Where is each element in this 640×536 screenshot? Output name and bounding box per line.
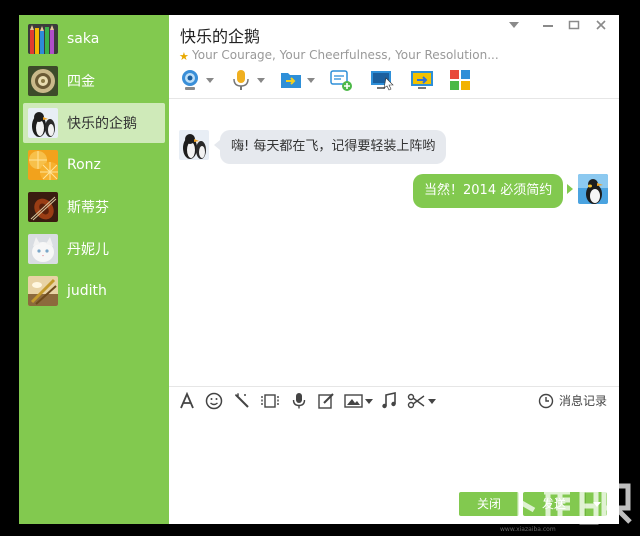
contact-item-ronz[interactable]: Ronz [23, 145, 165, 185]
avatar [28, 276, 58, 306]
history-label: 消息记录 [558, 394, 607, 408]
avatar [28, 150, 58, 180]
contact-item-sijin[interactable]: 四金 [23, 61, 165, 101]
contact-signature: Your Courage, Your Cheerfulness, Your Re… [192, 48, 499, 62]
magic-wand-icon[interactable] [232, 391, 252, 411]
contact-name: 四金 [67, 74, 95, 90]
outgoing-message: 当然！2014 必须简约 [413, 174, 564, 208]
star-icon: ★ [179, 50, 189, 63]
minimize-icon[interactable] [539, 19, 557, 37]
voice-message-icon[interactable] [289, 391, 309, 411]
avatar [28, 234, 58, 264]
contact-item-danielle[interactable]: 丹妮儿 [23, 229, 165, 269]
clock-icon [538, 393, 554, 408]
maximize-icon[interactable] [565, 19, 583, 37]
send-label: 发送 [523, 492, 586, 516]
contact-name: Ronz [67, 157, 101, 173]
contact-sidebar: saka 四金 快乐的企鹅 Ronz 斯蒂芬 丹妮儿 judith [19, 15, 169, 524]
contact-name: judith [67, 283, 107, 299]
voice-call-icon[interactable] [229, 67, 265, 93]
contact-item-stephen[interactable]: 斯蒂芬 [23, 187, 165, 227]
bubble-tail [567, 184, 573, 194]
image-icon[interactable] [343, 391, 373, 411]
scissors-icon[interactable] [406, 391, 436, 411]
avatar [28, 66, 58, 96]
chat-title: 快乐的企鹅 [180, 27, 261, 46]
create-discussion-icon[interactable] [329, 67, 353, 93]
contact-item-saka[interactable]: saka [23, 19, 165, 59]
font-icon[interactable] [177, 391, 197, 411]
contact-name: 丹妮儿 [67, 242, 109, 258]
music-icon[interactable] [379, 391, 399, 411]
send-options-icon[interactable] [586, 492, 607, 516]
contact-name: 快乐的企鹅 [67, 116, 137, 132]
contact-item-happy-penguin[interactable]: 快乐的企鹅 [23, 103, 165, 143]
contact-item-judith[interactable]: judith [23, 271, 165, 311]
avatar [28, 108, 58, 138]
apps-icon[interactable] [449, 67, 471, 93]
avatar [28, 192, 58, 222]
close-button[interactable]: 关闭 [459, 492, 519, 516]
edit-icon[interactable] [316, 391, 336, 411]
chat-window: saka 四金 快乐的企鹅 Ronz 斯蒂芬 丹妮儿 judith 快乐的企鹅 … [19, 15, 619, 524]
message-history-button[interactable]: 消息记录 [538, 392, 607, 409]
screen-share-icon[interactable] [409, 67, 435, 93]
my-avatar [578, 174, 608, 204]
message-input[interactable] [169, 415, 619, 485]
remote-desktop-icon[interactable] [369, 67, 395, 93]
send-button[interactable]: 发送 [523, 492, 607, 516]
video-call-icon[interactable] [178, 67, 214, 93]
emoji-icon[interactable] [204, 391, 224, 411]
incoming-message: 嗨! 每天都在飞，记得要轻装上阵哟 [220, 130, 447, 164]
close-icon[interactable] [592, 19, 610, 37]
contact-name: saka [67, 31, 100, 47]
chat-panel: 快乐的企鹅 ★ Your Courage, Your Cheerfulness,… [169, 15, 619, 524]
header-divider [169, 98, 619, 99]
watermark-url: www.xiazaiba.com [500, 526, 556, 533]
file-transfer-icon[interactable] [279, 67, 315, 93]
contact-name: 斯蒂芬 [67, 200, 109, 216]
avatar [28, 24, 58, 54]
video-clip-icon[interactable] [259, 391, 281, 411]
input-divider [169, 386, 619, 387]
dropdown-icon[interactable] [505, 19, 523, 37]
contact-avatar [179, 130, 209, 160]
